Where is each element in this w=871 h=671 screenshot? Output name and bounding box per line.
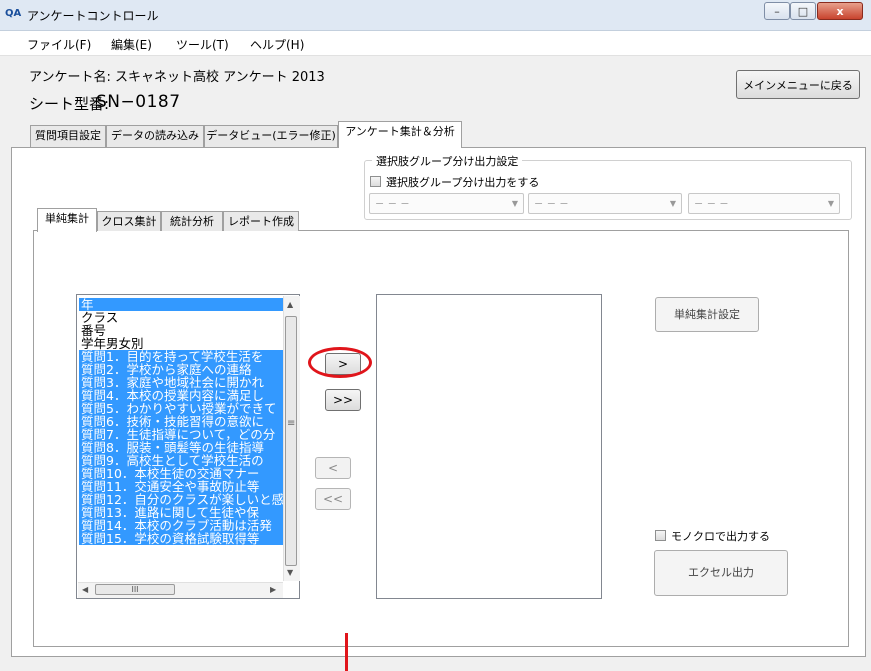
selected-item-list[interactable] [376,294,602,599]
add-all-button[interactable]: >> [325,389,361,411]
survey-name: アンケート名: スキャネット高校 アンケート 2013 [29,70,325,85]
list-item[interactable]: 質問13．進路に関して生徒や保 [79,506,284,519]
group-select-2-value: − − − [534,197,569,210]
excel-export-button[interactable]: エクセル出力 [654,550,788,596]
window-title: アンケートコントロール [27,9,159,23]
list-item[interactable]: 質問5．わかりやすい授業ができて [79,402,284,415]
list-item[interactable]: 番号 [79,324,284,337]
list-item[interactable]: クラス [79,311,284,324]
chevron-down-icon: ▼ [827,199,834,208]
list-item[interactable]: 質問15．学校の資格試験取得等 [79,532,284,545]
menu-tools[interactable]: ツール(T) [176,36,229,53]
tab-report-creation[interactable]: レポート作成 [223,211,299,231]
maximize-button[interactable]: □ [790,2,816,20]
horizontal-scroll-thumb[interactable]: III [95,584,175,595]
group-output-checkbox[interactable] [370,176,381,187]
tab-survey-analysis[interactable]: アンケート集計＆分析 [338,121,462,148]
highlight-circle [308,347,372,378]
list-item[interactable]: 質問9．高校生として学校生活の [79,454,284,467]
group-output-title: 選択肢グループ分け出力設定 [372,153,523,169]
list-item[interactable]: 質問2．学校から家庭への連絡 [79,363,284,376]
list-item[interactable]: 質問11．交通安全や事故防止等 [79,480,284,493]
remove-selected-button[interactable]: < [315,457,351,479]
sheet-type-value: SN−0187 [96,92,181,112]
group-select-3[interactable]: − − − ▼ [688,193,840,214]
scroll-grip-icon: ≡ [287,418,296,429]
tab-cross-tabulation[interactable]: クロス集計 [97,211,161,231]
group-select-1-value: − − − [375,197,410,210]
group-output-checkbox-label: 選択肢グループ分け出力をする [386,176,540,189]
monochrome-checkbox[interactable] [655,530,666,541]
simple-tabulation-settings-button[interactable]: 単純集計設定 [655,297,759,332]
menu-edit[interactable]: 編集(E) [111,36,152,53]
chevron-down-icon: ▼ [669,199,676,208]
tab-data-import[interactable]: データの読み込み [106,125,204,147]
vertical-scroll-thumb[interactable] [285,316,297,566]
list-item[interactable]: 質問6．技術・技能習得の意欲に [79,415,284,428]
chevron-down-icon: ▼ [511,199,518,208]
group-select-3-value: − − − [694,197,729,210]
source-items: 年クラス 番号 学年男女別 質問1．目的を持って学校生活を 質問2．学校から家庭への連絡… [79,298,284,545]
scroll-down-icon[interactable]: ▼ [287,568,293,577]
back-to-main-menu-button[interactable]: メインメニューに戻る [736,70,860,99]
list-item[interactable]: 質問1．目的を持って学校生活を [79,350,284,363]
menu-file[interactable]: ファイル(F) [27,36,91,53]
monochrome-checkbox-label: モノクロで出力する [671,530,770,543]
tab-data-view[interactable]: データビュー(エラー修正) [204,125,338,147]
tab-statistical-analysis[interactable]: 統計分析 [161,211,223,231]
list-item[interactable]: 質問8．服装・頭髪等の生徒指導 [79,441,284,454]
list-item[interactable]: 質問10．本校生徒の交通マナー [79,467,284,480]
app-icon: QA [5,8,22,19]
group-select-2[interactable]: − − − ▼ [528,193,682,214]
list-item[interactable]: 年 [79,298,284,311]
list-item[interactable]: 質問7．生徒指導について，どの分 [79,428,284,441]
group-select-1[interactable]: − − − ▼ [369,193,524,214]
source-item-list[interactable]: 年クラス 番号 学年男女別 質問1．目的を持って学校生活を 質問2．学校から家庭への連絡… [76,294,300,599]
close-button[interactable]: x [817,2,863,20]
tab-question-settings[interactable]: 質問項目設定 [30,125,106,147]
annotation-red-line [345,633,348,671]
tab-simple-tabulation[interactable]: 単純集計 [37,208,97,232]
list-item[interactable]: 質問3．家庭や地域社会に開かれ [79,376,284,389]
minimize-button[interactable]: – [764,2,790,20]
list-item[interactable]: 質問14．本校のクラブ活動は活発 [79,519,284,532]
scroll-left-icon[interactable]: ◀ [82,585,88,594]
scroll-up-icon[interactable]: ▲ [287,300,293,309]
menu-help[interactable]: ヘルプ(H) [250,36,304,53]
remove-all-button[interactable]: << [315,488,351,510]
list-item[interactable]: 質問4．本校の授業内容に満足し [79,389,284,402]
list-item[interactable]: 質問12．自分のクラスが楽しいと感 [79,493,284,506]
list-item[interactable]: 学年男女別 [79,337,284,350]
scroll-right-icon[interactable]: ▶ [270,585,276,594]
